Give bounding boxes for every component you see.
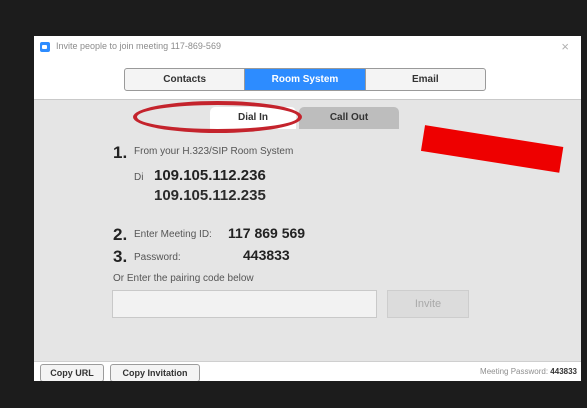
subtab-call-out[interactable]: Call Out: [299, 107, 399, 129]
step-1-text: From your H.323/SIP Room System: [134, 146, 294, 157]
meeting-password-footer: Meeting Password: 443833: [480, 367, 577, 376]
pairing-label: Or Enter the pairing code below: [113, 273, 254, 284]
title-bar: Invite people to join meeting 117-869-56…: [34, 36, 581, 58]
highlight-annotation: [133, 101, 302, 133]
tab-room-system[interactable]: Room System: [245, 69, 366, 90]
footer-bar: Copy URL Copy Invitation Meeting Passwor…: [34, 361, 581, 381]
step-2-number: 2.: [113, 225, 128, 244]
invite-tabs: Contacts Room System Email: [124, 68, 486, 91]
window-title: Invite people to join meeting 117-869-56…: [56, 41, 221, 51]
step-2-text: Enter Meeting ID:: [134, 229, 212, 240]
meeting-id: 117 869 569: [228, 225, 306, 241]
dial-in-panel: 1. From your H.323/SIP Room System Di 10…: [34, 129, 581, 361]
ip-address-1: 109.105.112.236: [154, 167, 266, 184]
copy-url-button[interactable]: Copy URL: [40, 364, 104, 381]
dial-prefix: Di: [134, 172, 144, 183]
meeting-password-label: Meeting Password:: [480, 367, 549, 376]
tab-email[interactable]: Email: [366, 69, 485, 90]
pairing-code-input[interactable]: [112, 290, 377, 318]
close-button[interactable]: ×: [561, 39, 569, 54]
ip-address-2: 109.105.112.235: [154, 187, 266, 204]
invite-dialog: Invite people to join meeting 117-869-56…: [34, 36, 581, 381]
password-value: 443833: [243, 247, 290, 263]
tab-contacts[interactable]: Contacts: [125, 69, 246, 90]
meeting-password-value: 443833: [550, 367, 577, 376]
zoom-app-icon: [40, 42, 50, 52]
step-1-number: 1.: [113, 143, 128, 162]
step-3-number: 3.: [113, 247, 128, 266]
invite-button[interactable]: Invite: [387, 290, 469, 318]
step-3-text: Password:: [134, 252, 181, 263]
copy-invitation-button[interactable]: Copy Invitation: [110, 364, 200, 381]
